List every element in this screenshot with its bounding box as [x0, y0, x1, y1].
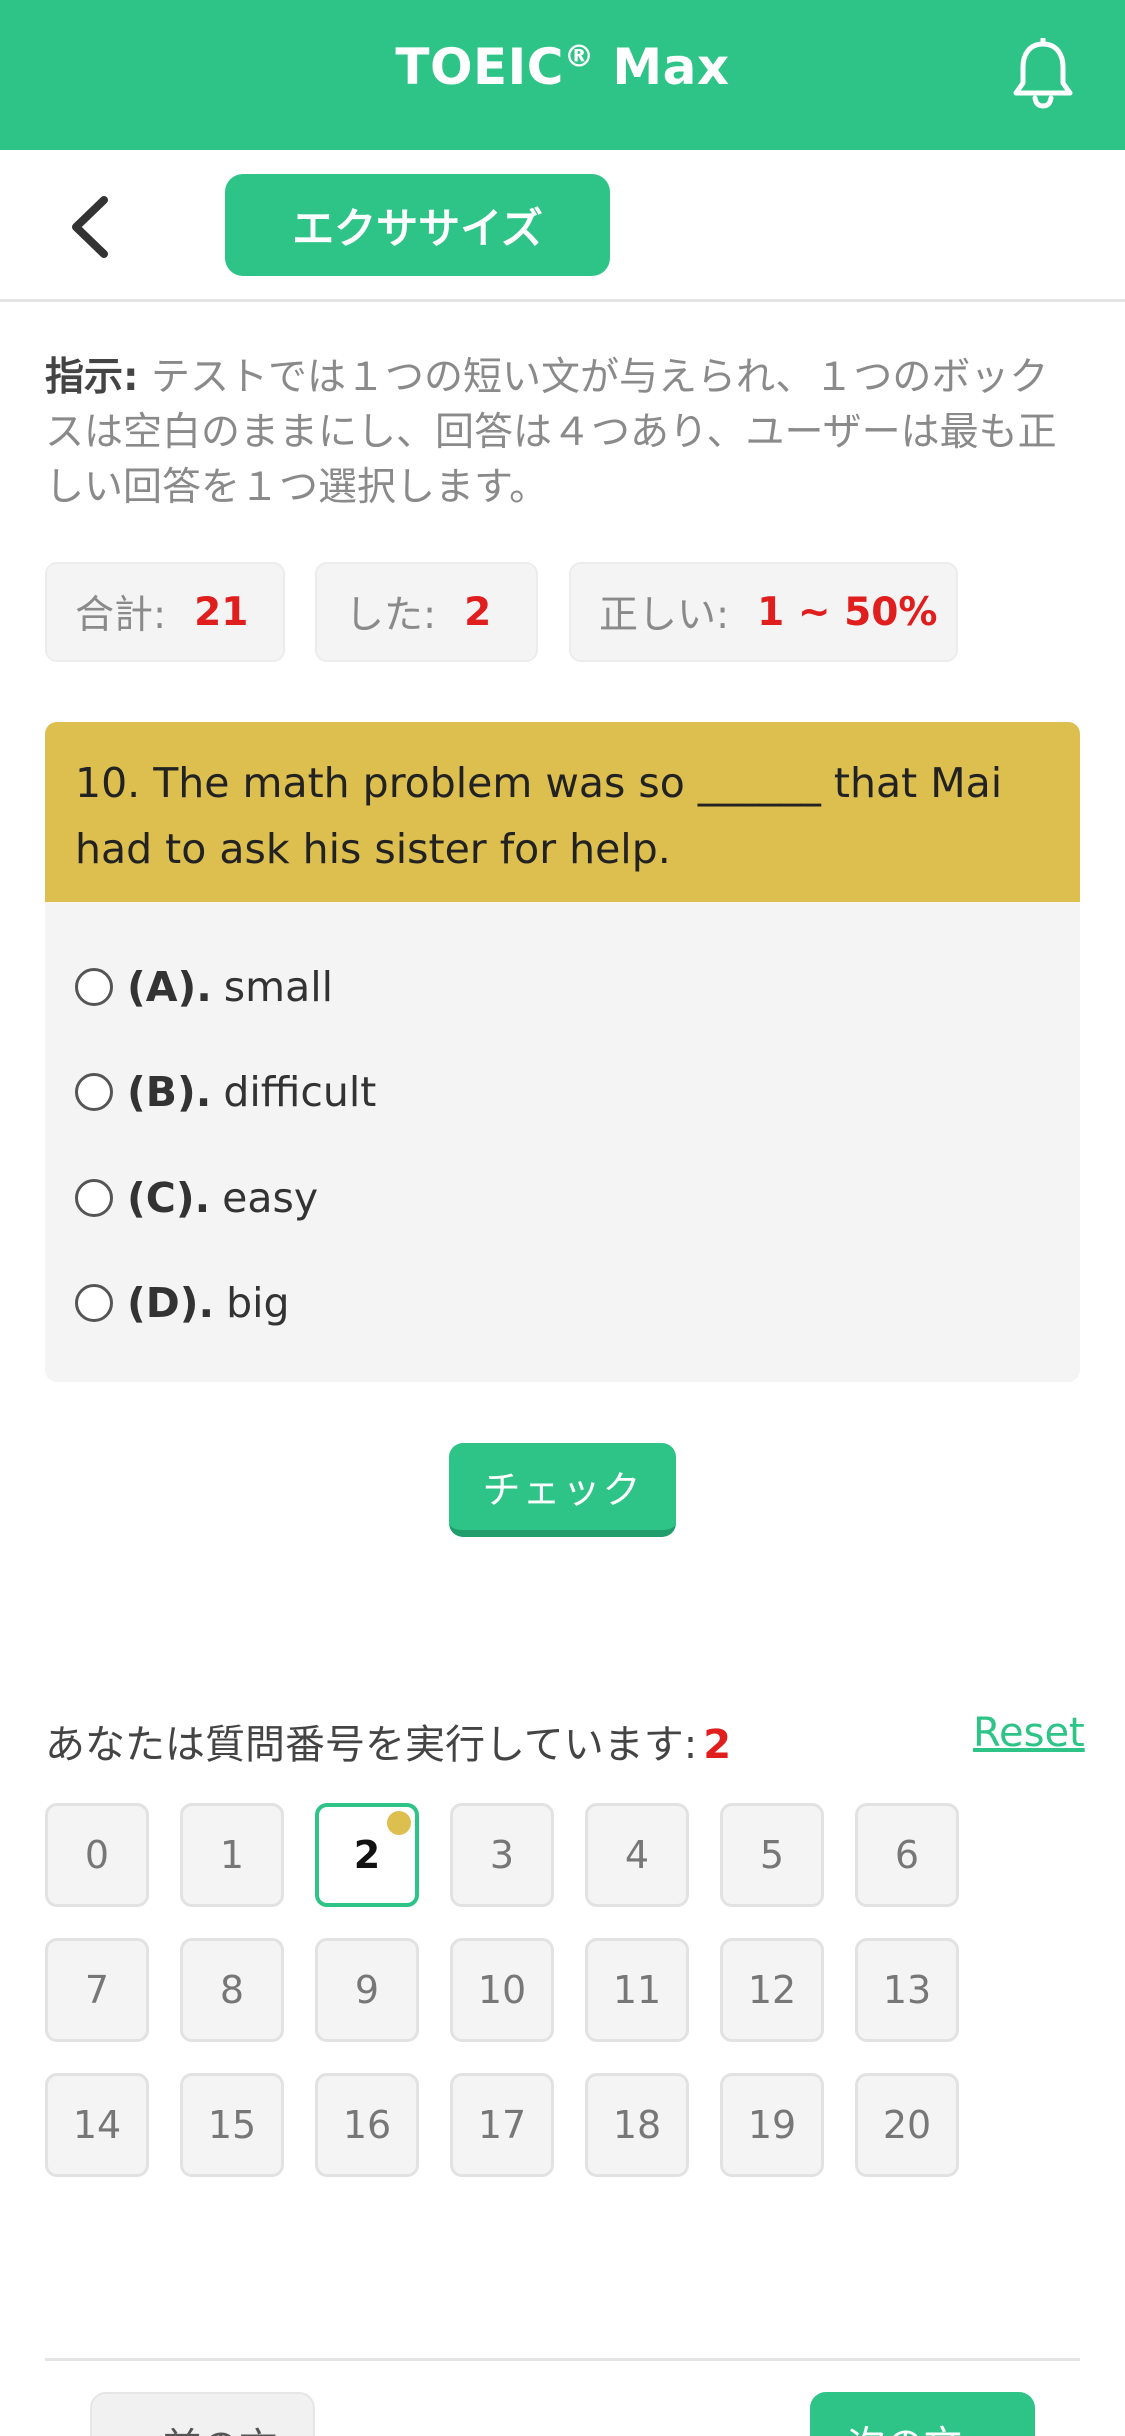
option-d-text: big [226, 1279, 290, 1327]
app-title: TOEIC® Max [0, 38, 1125, 96]
radio-option-d[interactable] [75, 1284, 113, 1322]
option-a-letter: (A). [127, 963, 212, 1011]
check-button[interactable]: チェック [449, 1443, 676, 1537]
instructions: 指示: テストでは１つの短い文が与えられ、１つのボックスは空白のままにし、回答は… [45, 350, 1085, 515]
radio-option-a[interactable] [75, 968, 113, 1006]
stat-total-value: 21 [194, 589, 249, 635]
question-number-button[interactable]: 19 [720, 2073, 824, 2177]
question-number-button[interactable]: 14 [45, 2073, 149, 2177]
question-text: 10. The math problem was so ______ that … [45, 722, 1080, 902]
option-d[interactable]: (D). big [75, 1268, 290, 1338]
question-number-button[interactable]: 5 [720, 1803, 824, 1907]
question-number-button[interactable]: 12 [720, 1938, 824, 2042]
tab-exercise[interactable]: エクササイズ [225, 174, 610, 276]
stat-correct-value: 1 ~ 50% [757, 589, 938, 635]
question-number-button[interactable]: 8 [180, 1938, 284, 2042]
app-title-suffix: Max [594, 38, 730, 96]
radio-option-b[interactable] [75, 1073, 113, 1111]
option-b-text: difficult [223, 1068, 377, 1116]
registered-mark: ® [563, 39, 595, 75]
app-header: TOEIC® Max [0, 0, 1125, 150]
prev-sentence-button[interactable]: « 前の文 [90, 2392, 315, 2436]
question-number-button[interactable]: 15 [180, 2073, 284, 2177]
question-number-button[interactable]: 2 [315, 1803, 419, 1907]
stat-correct: 正しい: 1 ~ 50% [569, 562, 958, 662]
option-c-text: easy [222, 1174, 319, 1222]
stat-done-value: 2 [464, 589, 492, 635]
question-number-button[interactable]: 10 [450, 1938, 554, 2042]
option-a[interactable]: (A). small [75, 952, 333, 1022]
stat-done-label: した: [345, 593, 437, 638]
question-number-button[interactable]: 16 [315, 2073, 419, 2177]
stat-done: した: 2 [315, 562, 538, 662]
stat-correct-label: 正しい: [599, 593, 730, 638]
question-number-button[interactable]: 9 [315, 1938, 419, 2042]
progress-label-text: あなたは質問番号を実行しています: [45, 1722, 698, 1768]
sub-header: エクササイズ [0, 150, 1125, 302]
option-a-text: small [223, 963, 334, 1011]
current-indicator-dot [387, 1811, 411, 1835]
option-d-letter: (D). [127, 1279, 215, 1327]
reset-link[interactable]: Reset [973, 1710, 1085, 1756]
question-number-button[interactable]: 0 [45, 1803, 149, 1907]
question-number-button[interactable]: 13 [855, 1938, 959, 2042]
stat-total: 合計: 21 [45, 562, 285, 662]
option-c-letter: (C). [127, 1174, 211, 1222]
question-number-button[interactable]: 1 [180, 1803, 284, 1907]
progress-current: 2 [703, 1722, 732, 1768]
question-number-button[interactable]: 7 [45, 1938, 149, 2042]
question-number-button[interactable]: 17 [450, 2073, 554, 2177]
next-sentence-button[interactable]: 次の文 » [810, 2392, 1035, 2436]
stat-total-label: 合計: [75, 593, 167, 638]
question-number-button[interactable]: 11 [585, 1938, 689, 2042]
instructions-label: 指示: [45, 355, 139, 400]
divider [45, 2358, 1080, 2361]
question-number-button[interactable]: 6 [855, 1803, 959, 1907]
bell-icon[interactable] [1008, 38, 1078, 110]
chevron-left-icon[interactable] [62, 192, 122, 262]
question-number-button[interactable]: 4 [585, 1803, 689, 1907]
radio-option-c[interactable] [75, 1179, 113, 1217]
instructions-text: テストでは１つの短い文が与えられ、１つのボックスは空白のままにし、回答は４つあり… [45, 355, 1057, 510]
question-number-button[interactable]: 3 [450, 1803, 554, 1907]
question-card: 10. The math problem was so ______ that … [45, 722, 1080, 1382]
question-number-button[interactable]: 18 [585, 2073, 689, 2177]
question-number-button[interactable]: 20 [855, 2073, 959, 2177]
option-c[interactable]: (C). easy [75, 1163, 318, 1233]
app-title-text: TOEIC [395, 38, 564, 96]
option-b[interactable]: (B). difficult [75, 1057, 376, 1127]
option-b-letter: (B). [127, 1068, 212, 1116]
progress-label: あなたは質問番号を実行しています: 2 [45, 1712, 731, 1770]
